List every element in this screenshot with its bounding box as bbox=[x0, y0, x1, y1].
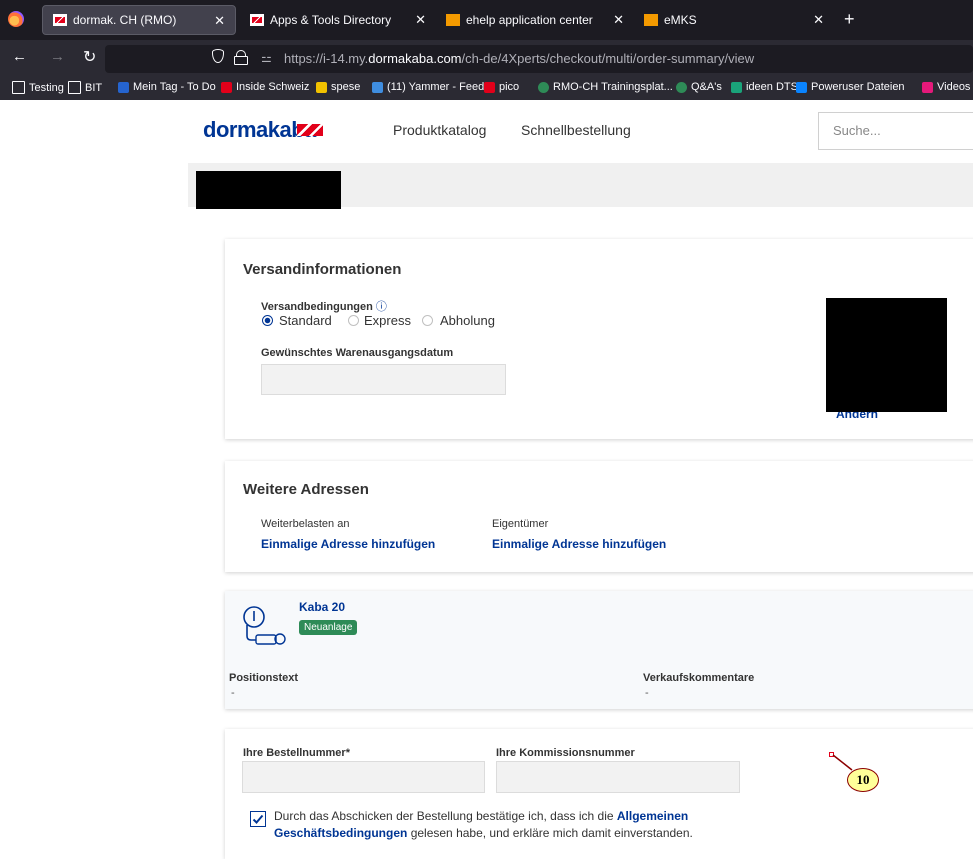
terms-checkbox[interactable] bbox=[250, 811, 266, 827]
nav-produktkatalog[interactable]: Produktkatalog bbox=[393, 122, 486, 138]
terms-text: Durch das Abschicken der Bestellung best… bbox=[274, 809, 693, 840]
bookmark-spese[interactable]: spese bbox=[316, 81, 360, 93]
date-label: Gewünschtes Warenausgangsdatum bbox=[261, 347, 454, 359]
key-cylinder-icon bbox=[243, 606, 286, 645]
folder-icon bbox=[68, 81, 81, 94]
dormakaba-logo-mark-icon bbox=[297, 124, 323, 136]
bookmark-rmo-training[interactable]: RMO-CH Trainingsplat... bbox=[538, 81, 673, 93]
bookmark-pico[interactable]: pico bbox=[484, 81, 519, 93]
url-text[interactable]: https://i-14.my.dormakaba.com/ch-de/4Xpe… bbox=[284, 51, 754, 66]
radio-abholung[interactable] bbox=[422, 315, 433, 326]
poweruser-icon bbox=[796, 81, 807, 93]
commission-number-input[interactable] bbox=[496, 761, 740, 793]
bookmark-yammer[interactable]: (11) Yammer - Feed bbox=[372, 81, 484, 93]
tab-label: eMKS bbox=[664, 13, 697, 27]
close-tab-icon[interactable]: ✕ bbox=[415, 12, 426, 28]
billing-add-address-link[interactable]: Einmalige Adresse hinzufügen bbox=[261, 537, 435, 551]
tab-emks[interactable]: eMKS ✕ bbox=[634, 5, 834, 35]
order-number-input[interactable] bbox=[242, 761, 485, 793]
sales-comment-label: Verkaufskommentare bbox=[643, 672, 755, 684]
radio-abholung-label[interactable]: Abholung bbox=[440, 313, 495, 328]
yammer-icon bbox=[372, 81, 383, 93]
radio-express-label[interactable]: Express bbox=[364, 313, 411, 328]
training-icon bbox=[538, 81, 549, 93]
tab-label: dormak. CH (RMO) bbox=[73, 13, 177, 27]
tab-label: ehelp application center bbox=[466, 13, 593, 27]
bookmark-mein-tag[interactable]: Mein Tag - To Do bbox=[118, 81, 216, 93]
new-tab-button[interactable]: + bbox=[844, 9, 855, 30]
radio-standard-label[interactable]: Standard bbox=[279, 313, 332, 328]
emks-favicon-icon bbox=[644, 14, 658, 26]
forms-icon bbox=[731, 81, 742, 93]
tab-dormakaba[interactable]: dormak. CH (RMO) ✕ bbox=[42, 5, 236, 35]
billing-label: Weiterbelasten an bbox=[261, 518, 350, 530]
close-tab-icon[interactable]: ✕ bbox=[613, 12, 624, 28]
shipping-conditions-label: Versandbedingungen ⓘ bbox=[261, 301, 387, 313]
bookmark-qa[interactable]: Q&A's bbox=[676, 81, 722, 93]
reload-icon[interactable]: ↻ bbox=[83, 47, 96, 67]
qa-icon bbox=[676, 81, 687, 93]
item-name[interactable]: Kaba 20 bbox=[299, 600, 345, 614]
owner-add-address-link[interactable]: Einmalige Adresse hinzufügen bbox=[492, 537, 666, 551]
lock-body-icon bbox=[234, 56, 248, 65]
radio-express[interactable] bbox=[348, 315, 359, 326]
dormakaba-favicon-icon bbox=[484, 81, 495, 93]
dormakaba-favicon-icon bbox=[250, 14, 264, 26]
date-input[interactable] bbox=[261, 364, 506, 395]
annotation-marker: 10 bbox=[847, 768, 879, 792]
info-icon[interactable]: ⓘ bbox=[376, 301, 387, 313]
addresses-card bbox=[225, 461, 973, 572]
nav-schnellbestellung[interactable]: Schnellbestellung bbox=[521, 122, 631, 138]
close-tab-icon[interactable]: ✕ bbox=[214, 13, 225, 29]
sales-comment-value: - bbox=[645, 687, 649, 699]
dormakaba-favicon-icon bbox=[53, 14, 67, 26]
bookmark-poweruser[interactable]: Poweruser Dateien bbox=[796, 81, 905, 93]
tab-ehelp[interactable]: ehelp application center ✕ bbox=[436, 5, 634, 35]
todo-icon bbox=[118, 81, 129, 93]
back-arrow-icon[interactable]: ← bbox=[12, 48, 27, 65]
folder-icon bbox=[12, 81, 25, 94]
bookmark-inside-schweiz[interactable]: Inside Schweiz bbox=[221, 81, 309, 93]
spese-icon bbox=[316, 81, 327, 93]
search-placeholder: Suche... bbox=[833, 123, 881, 138]
order-number-label: Ihre Bestellnummer* bbox=[243, 747, 350, 759]
tab-apps-tools[interactable]: Apps & Tools Directory ✕ bbox=[240, 5, 436, 35]
tab-label: Apps & Tools Directory bbox=[270, 13, 392, 27]
annotation-arrow bbox=[832, 754, 853, 771]
forward-arrow-icon[interactable]: → bbox=[50, 48, 65, 65]
redacted-block bbox=[196, 171, 341, 209]
radio-standard[interactable] bbox=[262, 315, 273, 326]
search-input[interactable]: Suche... bbox=[818, 112, 973, 150]
ehelp-favicon-icon bbox=[446, 14, 460, 26]
dormakaba-favicon-icon bbox=[221, 81, 232, 93]
videos-icon bbox=[922, 81, 933, 93]
shipping-title: Versandinformationen bbox=[243, 261, 402, 278]
position-text-value: - bbox=[231, 687, 235, 699]
permissions-icon[interactable]: ⚍ bbox=[261, 51, 272, 65]
firefox-icon[interactable] bbox=[8, 11, 24, 27]
bookmark-videos[interactable]: Videos bbox=[922, 81, 970, 93]
addresses-title: Weitere Adressen bbox=[243, 481, 369, 498]
bookmark-ideen-dts[interactable]: ideen DTS bbox=[731, 81, 798, 93]
bookmark-bit[interactable]: BIT bbox=[68, 81, 102, 94]
checkmark-icon bbox=[252, 814, 264, 824]
close-tab-icon[interactable]: ✕ bbox=[813, 12, 824, 28]
status-badge: Neuanlage bbox=[299, 620, 358, 635]
bookmark-testing[interactable]: Testing bbox=[12, 81, 64, 94]
owner-label: Eigentümer bbox=[492, 518, 549, 530]
commission-number-label: Ihre Kommissionsnummer bbox=[496, 747, 635, 759]
redacted-address-block bbox=[826, 298, 947, 412]
position-text-label: Positionstext bbox=[229, 672, 299, 684]
